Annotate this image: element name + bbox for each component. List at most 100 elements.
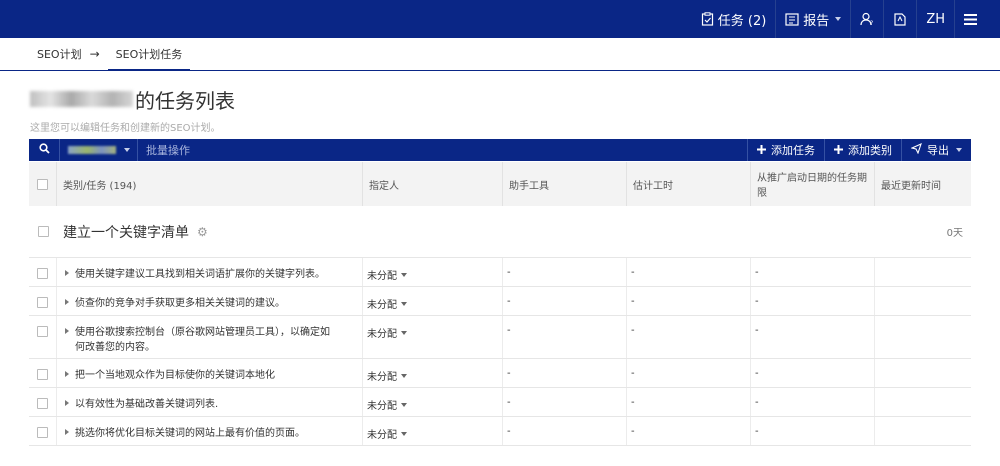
language-switch[interactable]: ZH xyxy=(917,0,954,38)
header-updated[interactable]: 最近更新时间 xyxy=(875,162,971,206)
task-cell[interactable]: 把一个当地观众作为目标使你的关键词本地化 xyxy=(57,359,363,387)
plus-icon xyxy=(757,144,766,157)
plus-icon xyxy=(834,144,843,157)
assignee-cell[interactable]: 未分配 xyxy=(363,287,503,315)
task-table: 类别/任务 (194) 指定人 助手工具 估计工时 从推广启动日期的任务期限 最… xyxy=(29,162,971,446)
estimate-cell[interactable]: - xyxy=(627,359,751,387)
report-menu[interactable]: 报告 xyxy=(776,0,850,38)
guide-button[interactable] xyxy=(884,0,916,38)
tool-cell: - xyxy=(503,417,627,445)
row-checkbox-cell xyxy=(29,287,57,315)
add-category-button[interactable]: 添加类别 xyxy=(824,139,901,161)
estimate-cell[interactable]: - xyxy=(627,258,751,286)
table-row[interactable]: 挑选你将优化目标关键词的网站上最有价值的页面。 未分配 - - - xyxy=(29,417,971,446)
tasks-menu[interactable]: 任务 (2) xyxy=(692,0,776,38)
assignee-value: 未分配 xyxy=(367,271,397,282)
task-cell[interactable]: 以有效性为基础改善关键词列表. xyxy=(57,388,363,416)
row-checkbox[interactable] xyxy=(37,427,48,438)
arrow-right-icon: → xyxy=(89,47,100,61)
estimate-cell[interactable]: - xyxy=(627,316,751,358)
expand-icon[interactable] xyxy=(65,328,69,334)
tasks-label: 任务 (2) xyxy=(717,13,767,29)
table-row[interactable]: 侦查你的竞争对手获取更多相关关键词的建议。 未分配 - - - xyxy=(29,287,971,316)
batch-actions[interactable]: 批量操作 xyxy=(138,142,747,158)
expand-icon[interactable] xyxy=(65,270,69,276)
header-task[interactable]: 类别/任务 (194) xyxy=(57,162,363,206)
row-checkbox[interactable] xyxy=(37,369,48,380)
task-cell[interactable]: 侦查你的竞争对手获取更多相关关键词的建议。 xyxy=(57,287,363,315)
add-task-button[interactable]: 添加任务 xyxy=(747,139,824,161)
task-cell[interactable]: 挑选你将优化目标关键词的网站上最有价值的页面。 xyxy=(57,417,363,445)
assignee-cell[interactable]: 未分配 xyxy=(363,388,503,416)
task-text: 以有效性为基础改善关键词列表. xyxy=(75,399,219,410)
export-button[interactable]: 导出 xyxy=(901,139,971,161)
table-row[interactable]: 把一个当地观众作为目标使你的关键词本地化 未分配 - - - xyxy=(29,359,971,388)
assignee-cell[interactable]: 未分配 xyxy=(363,316,503,358)
select-all-checkbox[interactable] xyxy=(37,178,48,190)
chevron-down-icon xyxy=(956,148,962,152)
table-row[interactable]: 使用关键字建议工具找到相关词语扩展你的关键字列表。 未分配 - - - xyxy=(29,258,971,287)
table-header: 类别/任务 (194) 指定人 助手工具 估计工时 从推广启动日期的任务期限 最… xyxy=(29,162,971,206)
row-checkbox-cell xyxy=(29,388,57,416)
category-checkbox[interactable] xyxy=(37,226,49,237)
estimate-cell[interactable]: - xyxy=(627,417,751,445)
breadcrumb-seo-plan[interactable]: SEO计划 xyxy=(37,38,82,70)
estimate-cell[interactable]: - xyxy=(627,388,751,416)
page-title: 的任务列表 xyxy=(30,87,1000,113)
due-cell[interactable]: - xyxy=(751,388,875,416)
due-cell[interactable]: - xyxy=(751,417,875,445)
row-checkbox[interactable] xyxy=(37,326,48,337)
row-checkbox[interactable] xyxy=(37,268,48,279)
add-task-label: 添加任务 xyxy=(771,144,815,157)
chevron-down-icon xyxy=(401,431,407,436)
assignee-value: 未分配 xyxy=(367,430,397,441)
estimate-cell[interactable]: - xyxy=(627,287,751,315)
svg-text:?: ? xyxy=(870,20,873,26)
task-text: 使用关键字建议工具找到相关词语扩展你的关键字列表。 xyxy=(75,269,325,280)
chevron-down-icon xyxy=(124,148,130,152)
expand-icon[interactable] xyxy=(65,400,69,406)
row-checkbox[interactable] xyxy=(37,398,48,409)
expand-icon[interactable] xyxy=(65,371,69,377)
breadcrumb: SEO计划 → SEO计划任务 xyxy=(0,38,1000,71)
page-subtitle: 这里您可以编辑任务和创建新的SEO计划。 xyxy=(30,123,221,134)
filter-select[interactable] xyxy=(60,139,138,161)
assignee-cell[interactable]: 未分配 xyxy=(363,359,503,387)
chevron-down-icon xyxy=(401,373,407,378)
chevron-down-icon xyxy=(401,272,407,277)
assignee-cell[interactable]: 未分配 xyxy=(363,258,503,286)
header-assignee[interactable]: 指定人 xyxy=(363,162,503,206)
row-checkbox[interactable] xyxy=(37,297,48,308)
category-row: 建立一个关键字清单 ⚙ 0天 xyxy=(29,206,971,258)
task-text: 挑选你将优化目标关键词的网站上最有价值的页面。 xyxy=(75,428,305,439)
expand-icon[interactable] xyxy=(65,429,69,435)
table-row[interactable]: 使用谷歌搜索控制台（原谷歌网站管理员工具），以确定如何改善您的内容。 未分配 -… xyxy=(29,316,971,359)
category-title: 建立一个关键字清单 ⚙ xyxy=(63,222,208,242)
clipboard-icon xyxy=(701,12,714,26)
chevron-down-icon xyxy=(401,330,407,335)
category-checkbox-cell xyxy=(29,226,57,237)
book-icon xyxy=(893,12,907,26)
search-button[interactable] xyxy=(29,139,60,161)
due-cell[interactable]: - xyxy=(751,316,875,358)
category-days: 0天 xyxy=(946,228,963,239)
task-toolbar: 批量操作 添加任务 添加类别 导出 xyxy=(29,139,971,161)
due-cell[interactable]: - xyxy=(751,287,875,315)
task-cell[interactable]: 使用谷歌搜索控制台（原谷歌网站管理员工具），以确定如何改善您的内容。 xyxy=(57,316,363,358)
assignee-cell[interactable]: 未分配 xyxy=(363,417,503,445)
user-help-button[interactable]: ? xyxy=(851,0,883,38)
header-estimate[interactable]: 估计工时 xyxy=(627,162,751,206)
due-cell[interactable]: - xyxy=(751,258,875,286)
gear-icon[interactable]: ⚙ xyxy=(197,225,208,239)
task-text: 把一个当地观众作为目标使你的关键词本地化 xyxy=(75,370,275,381)
due-cell[interactable]: - xyxy=(751,359,875,387)
assignee-value: 未分配 xyxy=(367,329,397,340)
header-due[interactable]: 从推广启动日期的任务期限 xyxy=(751,162,875,206)
updated-cell xyxy=(875,417,971,445)
expand-icon[interactable] xyxy=(65,299,69,305)
main-menu-button[interactable] xyxy=(955,0,986,38)
breadcrumb-seo-tasks[interactable]: SEO计划任务 xyxy=(107,38,191,71)
task-cell[interactable]: 使用关键字建议工具找到相关词语扩展你的关键字列表。 xyxy=(57,258,363,286)
row-checkbox-cell xyxy=(29,258,57,286)
table-row[interactable]: 以有效性为基础改善关键词列表. 未分配 - - - xyxy=(29,388,971,417)
